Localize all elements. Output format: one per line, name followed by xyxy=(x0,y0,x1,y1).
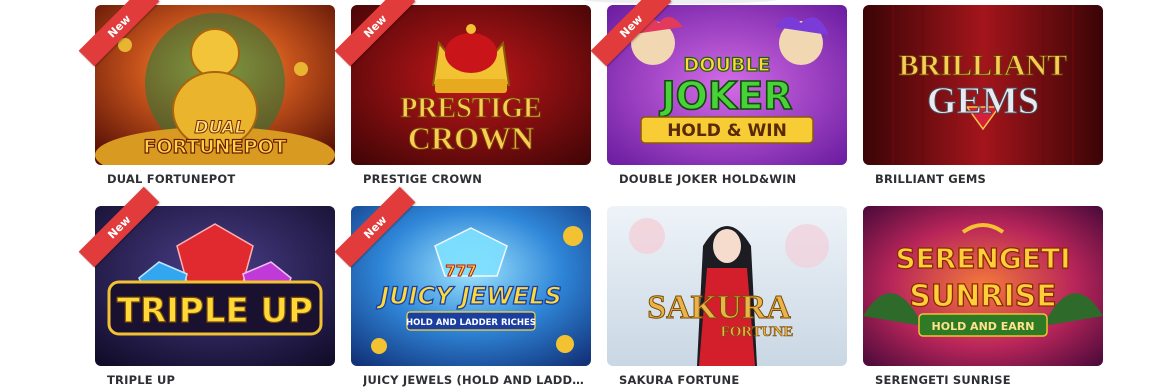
game-thumbnail[interactable]: BRILLIANT GEMS xyxy=(863,5,1103,165)
game-card-sakura-fortune[interactable]: SAKURA FORTUNE SAKURA FORTUNE xyxy=(607,206,847,388)
art-line-1: 777 xyxy=(445,262,476,280)
art-line-1: DOUBLE xyxy=(684,54,771,76)
game-card-serengeti-sunrise[interactable]: SERENGETI SUNRISE HOLD AND EARN SERENGET… xyxy=(863,206,1103,388)
game-card-double-joker[interactable]: DOUBLE JOKER HOLD & WIN New DOUBLE JOKER… xyxy=(590,0,847,205)
carousel-handle xyxy=(580,0,780,4)
game-grid: DUAL FORTUNEPOT New DUAL FORTUNEPOT PRES… xyxy=(78,0,1103,388)
art-line-2: GEMS xyxy=(927,80,1039,122)
art-line-3: HOLD AND EARN xyxy=(932,320,1035,333)
art-line-1: BRILLIANT xyxy=(899,49,1067,82)
game-card-juicy-jewels[interactable]: 777 JUICY JEWELS HOLD AND LADDER RICHES … xyxy=(334,186,591,388)
art-line-2: JOKER xyxy=(658,74,792,118)
game-card-prestige-crown[interactable]: PRESTIGE CROWN New PRESTIGE CROWN xyxy=(334,0,591,205)
game-card-brilliant-gems[interactable]: BRILLIANT GEMS BRILLIANT GEMS xyxy=(863,5,1103,205)
game-title[interactable]: BRILLIANT GEMS xyxy=(875,172,1097,186)
art-line-2: SUNRISE xyxy=(909,279,1056,314)
art-line-2: CROWN xyxy=(408,120,534,156)
art-line-1: SERENGETI xyxy=(895,242,1070,275)
art-line-3: HOLD AND LADDER RICHES xyxy=(406,318,536,328)
game-title[interactable]: SAKURA FORTUNE xyxy=(619,373,841,387)
art-line-2: JUICY JEWELS xyxy=(376,282,561,310)
game-thumbnail[interactable]: SERENGETI SUNRISE HOLD AND EARN xyxy=(863,206,1103,366)
art-line-3: HOLD & WIN xyxy=(667,121,787,141)
game-title[interactable]: JUICY JEWELS (HOLD AND LADDER ... xyxy=(363,373,585,387)
game-card-dual-fortunepot[interactable]: DUAL FORTUNEPOT New DUAL FORTUNEPOT xyxy=(78,0,335,205)
art-line-2: FORTUNE xyxy=(721,324,794,340)
game-title[interactable]: PRESTIGE CROWN xyxy=(363,172,585,186)
art-line-2: FORTUNEPOT xyxy=(143,136,286,158)
game-title[interactable]: DOUBLE JOKER HOLD&WIN xyxy=(619,172,841,186)
art-line-1: TRIPLE UP xyxy=(117,291,313,331)
game-title[interactable]: SERENGETI SUNRISE xyxy=(875,373,1097,387)
game-card-triple-up[interactable]: TRIPLE UP New TRIPLE UP xyxy=(78,186,335,388)
game-thumbnail[interactable]: SAKURA FORTUNE xyxy=(607,206,847,366)
art-line-1: SAKURA xyxy=(647,289,791,326)
game-title[interactable]: TRIPLE UP xyxy=(107,373,329,387)
art-line-1: DUAL xyxy=(194,118,245,138)
game-title[interactable]: DUAL FORTUNEPOT xyxy=(107,172,329,186)
